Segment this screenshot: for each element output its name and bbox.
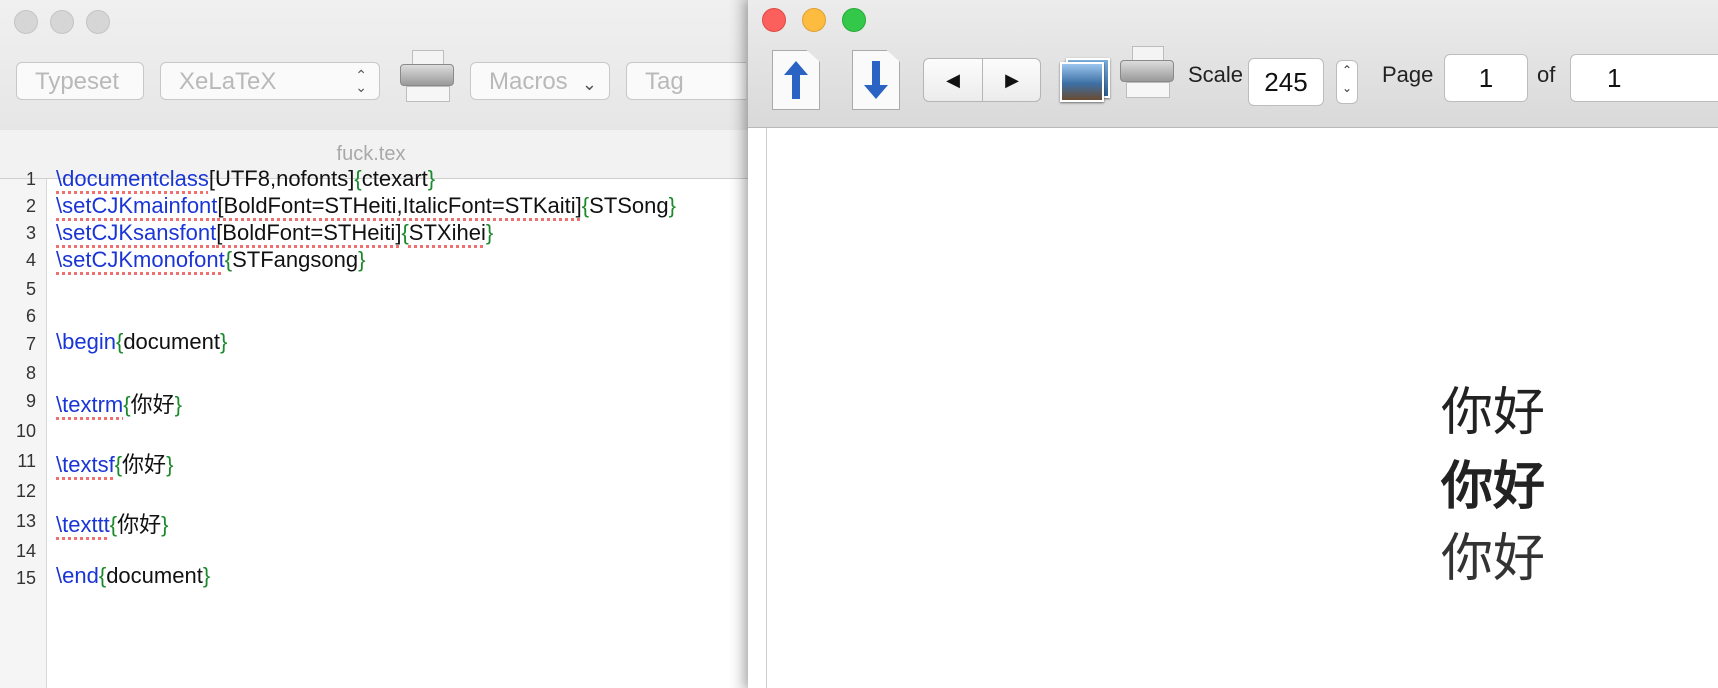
line-number: 3 (25, 223, 36, 243)
line-number: 11 (17, 451, 36, 471)
next-page-button[interactable]: ▶ (983, 59, 1040, 101)
printer-icon[interactable] (400, 50, 454, 102)
close-button[interactable] (762, 8, 786, 32)
previous-page-button[interactable]: ◀ (924, 59, 982, 101)
line-number: 12 (15, 481, 36, 501)
line-number: 6 (25, 306, 36, 326)
typeset-button[interactable]: Typeset (16, 62, 144, 100)
total-pages: 1 (1570, 54, 1718, 102)
line-number: 1 (25, 169, 36, 189)
engine-value: XeLaTeX (179, 68, 277, 95)
page-label: Page (1382, 62, 1434, 87)
minimize-button[interactable] (50, 10, 74, 34)
output-text-rm: 你好 (1441, 383, 1546, 443)
scale-label: Scale (1188, 62, 1244, 87)
page-navigation: ◀ ▶ (923, 58, 1041, 102)
code-line: \textrm{你好} (56, 392, 182, 417)
minimize-button[interactable] (802, 8, 826, 32)
editor-toolbar: Typeset XeLaTeX ⌃ ⌄ Macros ⌄ Tag (0, 0, 748, 131)
scale-input[interactable]: 245 (1248, 58, 1324, 106)
code-line: \textsf{你好} (56, 452, 174, 477)
engine-select[interactable]: XeLaTeX ⌃ ⌄ (160, 62, 380, 100)
code-line: \documentclass[UTF8,nofonts]{ctexart} (56, 166, 436, 191)
editor-window: Typeset XeLaTeX ⌃ ⌄ Macros ⌄ Tag fuck.tex… (0, 0, 748, 688)
preview-window: ◀ ▶ Scale 245 ⌃ ⌄ Page 1 of 1 你好 你好 你好 (748, 0, 1718, 688)
arrow-down-icon[interactable] (852, 50, 900, 110)
printer-icon[interactable] (1120, 46, 1174, 98)
zoom-button[interactable] (842, 8, 866, 32)
line-number: 8 (25, 363, 36, 383)
close-button[interactable] (14, 10, 38, 34)
code-line: \setCJKmonofont{STFangsong} (56, 247, 366, 272)
filename: fuck.tex (336, 143, 406, 165)
code-line: \setCJKmainfont[BoldFont=STHeiti,ItalicF… (56, 193, 676, 218)
line-number: 10 (15, 421, 36, 441)
macros-label: Macros (489, 68, 568, 95)
code-line: \setCJKsansfont[BoldFont=STHeiti]{STXihe… (56, 220, 494, 245)
line-number: 5 (25, 279, 36, 299)
line-number: 7 (25, 334, 36, 354)
line-number: 4 (25, 250, 36, 270)
preview-toolbar: ◀ ▶ Scale 245 ⌃ ⌄ Page 1 of 1 (748, 0, 1718, 128)
page-input[interactable]: 1 (1444, 54, 1528, 102)
line-number: 15 (15, 568, 36, 588)
code-line: \texttt{你好} (56, 512, 169, 537)
line-number: 13 (15, 511, 36, 531)
code-editor[interactable]: 1 2 3 4 5 6 7 8 9 10 11 12 13 14 15 \doc… (0, 166, 748, 688)
output-text-sf: 你好 (1441, 457, 1546, 517)
line-number: 9 (25, 391, 36, 411)
select-arrows-icon: ⌃ ⌄ (355, 67, 367, 95)
scale-stepper[interactable]: ⌃ ⌄ (1336, 60, 1358, 104)
output-text-tt: 你好 (1441, 529, 1546, 589)
line-number: 14 (15, 541, 36, 561)
line-number-gutter: 1 2 3 4 5 6 7 8 9 10 11 12 13 14 15 (0, 169, 47, 688)
chevron-down-icon: ⌄ (581, 74, 597, 94)
window-shadow (728, 0, 748, 688)
arrow-up-icon[interactable] (772, 50, 820, 110)
zoom-button[interactable] (86, 10, 110, 34)
macros-dropdown[interactable]: Macros ⌄ (470, 62, 610, 100)
pdf-page: 你好 你好 你好 (766, 128, 1718, 688)
line-number: 2 (25, 196, 36, 216)
photo-icon[interactable] (1056, 54, 1112, 102)
code-line: \begin{document} (56, 329, 228, 354)
tags-label: Tag (645, 68, 684, 95)
code-line: \end{document} (56, 563, 211, 588)
of-label: of (1537, 62, 1556, 87)
